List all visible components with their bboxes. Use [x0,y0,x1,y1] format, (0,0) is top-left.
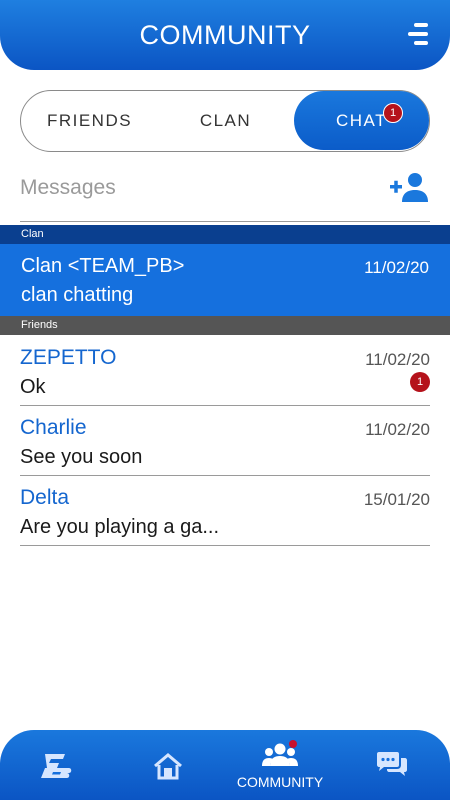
friend-message: See you soon [20,446,143,468]
chat-badge: 1 [383,103,403,123]
friend-message: Ok [20,376,46,398]
clan-chat-row[interactable]: Clan <TEAM_PB> 11/02/20 clan chatting [0,244,450,316]
app-header: COMMUNITY [0,0,450,70]
friend-name: ZEPETTO [20,346,117,369]
nav-home[interactable] [112,730,224,800]
messages-header: Messages [20,172,430,222]
menu-icon[interactable] [408,22,430,46]
community-icon [262,740,298,766]
tab-chat[interactable]: CHAT [294,91,429,150]
tab-friends[interactable]: FRIENDS [21,91,158,150]
friend-chat-row[interactable]: Charlie 11/02/20 See you soon [20,406,430,476]
messages-title: Messages [20,176,116,199]
section-header-clan: Clan [0,225,450,244]
friend-date: 15/01/20 [363,490,430,509]
bottom-nav: COMMUNITY [0,730,450,800]
clan-chat-date: 11/02/20 [364,258,429,277]
pb-logo-icon [41,754,72,778]
nav-community-label: COMMUNITY [236,774,324,790]
unread-badge: 1 [410,372,430,392]
friend-name: Delta [20,486,70,509]
friend-date: 11/02/20 [365,350,430,369]
home-icon [154,753,182,780]
tab-clan[interactable]: CLAN [158,91,293,150]
nav-chat[interactable] [336,730,448,800]
page-title: COMMUNITY [139,19,311,50]
clan-chat-name: Clan <TEAM_PB> [21,255,185,277]
friend-date: 11/02/20 [365,420,430,439]
nav-home-logo[interactable] [0,730,112,800]
clan-chat-message: clan chatting [21,284,134,306]
friend-name: Charlie [20,416,87,439]
segmented-tabs: FRIENDS CLAN CHAT [20,90,430,152]
section-header-friends: Friends [0,316,450,335]
nav-community[interactable]: COMMUNITY [224,730,336,800]
friend-chat-row[interactable]: Delta 15/01/20 Are you playing a ga... [20,476,430,546]
friend-message: Are you playing a ga... [20,516,220,538]
friend-chat-row[interactable]: ZEPETTO 11/02/20 Ok 1 [20,336,430,406]
chat-bubbles-icon [377,752,407,776]
add-friend-icon[interactable] [390,172,430,204]
